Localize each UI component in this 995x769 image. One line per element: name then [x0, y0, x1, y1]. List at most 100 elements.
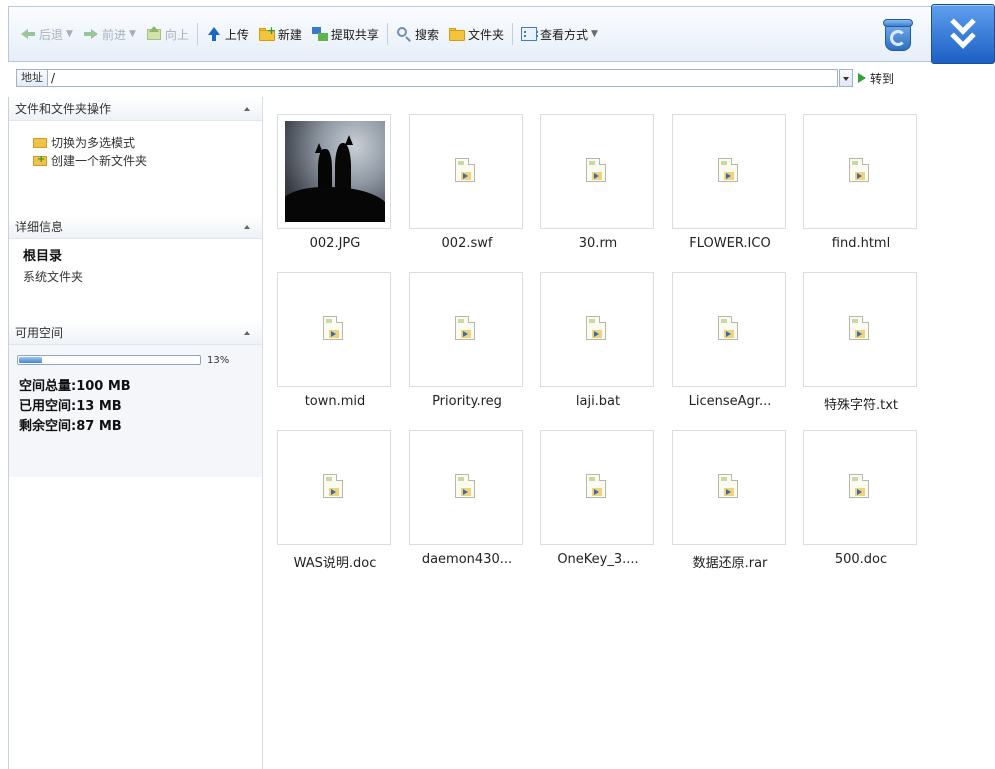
file-thumbnail[interactable] [672, 114, 786, 229]
file-name[interactable]: 30.rm [535, 236, 661, 251]
chevron-down-icon [950, 23, 976, 49]
folder-icon [448, 26, 465, 42]
toggle-multiselect-label: 切换为多选模式 [51, 135, 136, 150]
file-name[interactable]: LicenseAgr... [667, 394, 793, 409]
address-input[interactable]: / [48, 69, 838, 87]
folder-button[interactable]: 文件夹 [444, 22, 509, 46]
space-panel-header[interactable]: 可用空间 [9, 321, 262, 345]
detail-panel: 详细信息 根目录 系统文件夹 [9, 215, 262, 321]
file-item[interactable]: 数据还原.rar [671, 430, 789, 580]
ops-panel-header[interactable]: 文件和文件夹操作 [9, 97, 262, 121]
file-thumbnail[interactable] [672, 272, 786, 387]
file-thumbnail[interactable] [803, 430, 917, 545]
file-thumbnail[interactable] [672, 430, 786, 545]
space-percent: 13% [207, 354, 230, 366]
go-label: 转到 [870, 71, 895, 86]
file-thumbnail[interactable] [540, 114, 654, 229]
file-name[interactable]: daemon430... [404, 552, 530, 567]
file-name[interactable]: Priority.reg [404, 394, 530, 409]
file-item[interactable]: FLOWER.ICO [671, 114, 789, 264]
ops-panel-title: 文件和文件夹操作 [15, 102, 112, 116]
file-name[interactable]: 特殊字符.txt [798, 394, 924, 413]
address-dropdown-button[interactable] [839, 69, 853, 87]
new-folder-icon: + [33, 154, 47, 166]
file-thumbnail[interactable] [409, 430, 523, 545]
toolbar-separator [196, 23, 198, 45]
recycle-bin-icon[interactable] [881, 17, 915, 53]
generic-file-icon [586, 474, 606, 498]
file-item[interactable]: 30.rm [539, 114, 657, 264]
file-item[interactable]: 002.swf [408, 114, 526, 264]
file-thumbnail[interactable] [803, 114, 917, 229]
file-item[interactable]: OneKey_3.... [539, 430, 657, 580]
file-name[interactable]: 数据还原.rar [667, 552, 793, 571]
file-name[interactable]: 002.swf [404, 236, 530, 251]
file-name[interactable]: 002.JPG [272, 236, 398, 251]
file-item[interactable]: WAS说明.doc [276, 430, 394, 580]
collapse-panel-icon[interactable] [244, 225, 250, 229]
back-dropdown-icon[interactable]: ▼ [66, 29, 73, 39]
file-thumbnail[interactable] [277, 272, 391, 387]
back-arrow-icon [20, 26, 36, 42]
upload-button[interactable]: 上传 [201, 22, 254, 46]
file-name[interactable]: find.html [798, 236, 924, 251]
collapse-panel-icon[interactable] [244, 107, 250, 111]
view-mode-button[interactable]: 查看方式 ▼ [516, 22, 603, 46]
file-item[interactable]: daemon430... [408, 430, 526, 580]
toolbar-buttons: 后退 ▼ 前进 ▼ 向上 上传 + 新建 提取共享 搜索 文件夹 查看方式 ▼ [15, 22, 603, 46]
forward-label: 前进 [101, 27, 126, 42]
file-name[interactable]: 500.doc [798, 552, 924, 567]
space-used: 已用空间:13 MB [19, 399, 122, 414]
folder-label: 文件夹 [467, 27, 504, 42]
space-panel: 可用空间 13% 空间总量:100 MB 已用空间:13 MB 剩余空间:87 … [9, 321, 262, 477]
file-item[interactable]: 特殊字符.txt [802, 272, 920, 422]
view-grid-icon [520, 26, 538, 42]
file-name[interactable]: laji.bat [535, 394, 661, 409]
file-item[interactable]: 002.JPG [276, 114, 394, 264]
toolbar: 后退 ▼ 前进 ▼ 向上 上传 + 新建 提取共享 搜索 文件夹 查看方式 ▼ [8, 6, 995, 62]
image-thumbnail[interactable] [277, 114, 391, 229]
file-item[interactable]: find.html [802, 114, 920, 264]
create-folder-label: 创建一个新文件夹 [51, 153, 148, 168]
file-item[interactable]: town.mid [276, 272, 394, 422]
forward-dropdown-icon[interactable]: ▼ [129, 29, 136, 39]
view-dropdown-icon[interactable]: ▼ [591, 29, 598, 39]
generic-file-icon [849, 474, 869, 498]
collapse-toolbar-button[interactable] [931, 4, 995, 64]
go-button[interactable]: 转到 [858, 69, 894, 87]
file-item[interactable]: laji.bat [539, 272, 657, 422]
forward-button[interactable]: 前进 ▼ [78, 22, 141, 46]
detail-panel-title: 详细信息 [15, 220, 64, 234]
up-folder-icon [146, 26, 162, 42]
generic-file-icon [718, 316, 738, 340]
space-total: 空间总量:100 MB [19, 379, 131, 394]
file-thumbnail[interactable] [409, 272, 523, 387]
collapse-panel-icon[interactable] [244, 331, 250, 335]
detail-panel-header[interactable]: 详细信息 [9, 215, 262, 239]
search-button[interactable]: 搜索 [391, 22, 444, 46]
up-button[interactable]: 向上 [141, 22, 194, 46]
file-item[interactable]: 500.doc [802, 430, 920, 580]
file-name[interactable]: FLOWER.ICO [667, 236, 793, 251]
file-item[interactable]: Priority.reg [408, 272, 526, 422]
file-thumbnail[interactable] [277, 430, 391, 545]
share-label: 提取共享 [330, 27, 379, 42]
new-folder-icon: + [258, 25, 276, 42]
back-button[interactable]: 后退 ▼ [15, 22, 78, 46]
file-thumbnail[interactable] [540, 272, 654, 387]
file-name[interactable]: OneKey_3.... [535, 552, 661, 567]
file-item[interactable]: LicenseAgr... [671, 272, 789, 422]
address-label: 地址 [16, 69, 48, 87]
file-thumbnail[interactable] [803, 272, 917, 387]
file-thumbnail[interactable] [540, 430, 654, 545]
create-folder-link[interactable]: + 创建一个新文件夹 [33, 151, 252, 169]
toggle-multiselect-link[interactable]: 切换为多选模式 [33, 133, 252, 151]
file-name[interactable]: town.mid [272, 394, 398, 409]
share-button[interactable]: 提取共享 [307, 22, 384, 46]
generic-file-icon [586, 158, 606, 182]
file-name[interactable]: WAS说明.doc [272, 552, 398, 571]
new-button[interactable]: + 新建 [254, 22, 307, 46]
space-panel-title: 可用空间 [15, 326, 64, 340]
generic-file-icon [718, 474, 738, 498]
file-thumbnail[interactable] [409, 114, 523, 229]
